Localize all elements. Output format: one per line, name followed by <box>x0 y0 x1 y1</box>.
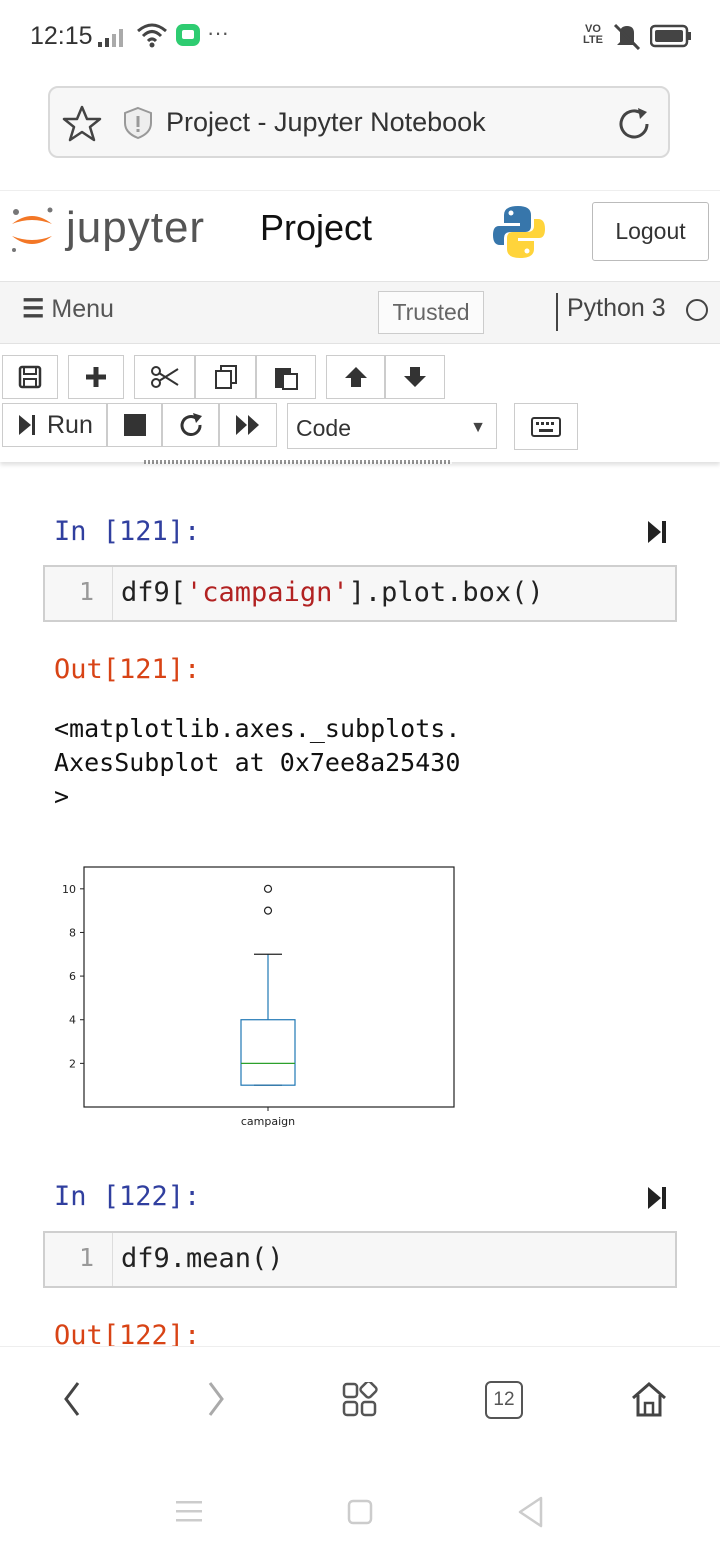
tabs-button[interactable]: 12 <box>485 1381 523 1419</box>
run-label: Run <box>47 410 93 439</box>
paste-button[interactable] <box>256 355 316 399</box>
run-cell-icon[interactable] <box>646 519 668 545</box>
copy-button[interactable] <box>195 355 256 399</box>
battery-icon <box>650 24 691 48</box>
code-cell[interactable]: 1 df9.mean() <box>43 1231 677 1288</box>
line-gutter: 1 <box>45 1233 113 1286</box>
fast-forward-icon <box>236 415 259 435</box>
y-tick-label: 4 <box>69 1014 76 1027</box>
command-palette-button[interactable] <box>514 403 578 450</box>
mute-icon <box>613 23 641 50</box>
code-string-token: 'campaign' <box>186 577 349 608</box>
arrow-down-icon <box>404 367 426 387</box>
menu-toggle[interactable]: ☰ Menu <box>22 294 114 324</box>
y-tick-label: 6 <box>69 970 76 983</box>
input-prompt: In [121]: <box>54 516 201 547</box>
page-title: Project - Jupyter Notebook <box>166 107 486 137</box>
line-number: 1 <box>78 1243 94 1272</box>
apps-grid-icon[interactable] <box>342 1382 378 1418</box>
menu-label: Menu <box>51 295 114 323</box>
python-logo-icon <box>493 206 545 258</box>
restart-icon <box>180 413 202 436</box>
bookmark-star-icon[interactable] <box>62 104 102 142</box>
y-tick-label: 2 <box>69 1057 76 1070</box>
run-button[interactable]: Run <box>2 403 107 447</box>
wifi-icon <box>137 23 167 48</box>
signal-icon <box>98 29 123 47</box>
code-cell[interactable]: 1 df9['campaign'].plot.box() <box>43 565 677 622</box>
logout-button[interactable]: Logout <box>592 202 709 261</box>
code-token: ].plot.box() <box>348 577 544 608</box>
more-dots-icon: ··· <box>207 20 229 45</box>
step-forward-icon <box>19 415 35 435</box>
copy-icon <box>214 365 237 389</box>
plot-frame <box>83 866 455 1108</box>
trusted-indicator[interactable]: Trusted <box>378 291 484 334</box>
reload-icon[interactable] <box>614 104 654 144</box>
back-nav-icon[interactable] <box>517 1496 545 1528</box>
home-nav-icon[interactable] <box>347 1499 373 1525</box>
restart-kernel-button[interactable] <box>162 403 219 447</box>
kernel-separator <box>556 293 558 331</box>
code-token: df9[ <box>121 577 187 608</box>
jupyter-brand[interactable]: jupyter <box>66 203 205 253</box>
interrupt-button[interactable] <box>107 403 162 447</box>
stop-icon <box>123 414 146 436</box>
output-prompt: Out[121]: <box>54 654 201 685</box>
recent-apps-icon[interactable] <box>175 1498 203 1524</box>
jupyter-logo-icon[interactable] <box>8 204 56 256</box>
cell-type-value: Code <box>296 415 351 441</box>
back-icon[interactable] <box>60 1380 84 1418</box>
cell-type-select[interactable]: Code ▼ <box>287 403 497 449</box>
keyboard-icon <box>531 416 561 437</box>
code-line[interactable]: df9['campaign'].plot.box() <box>121 577 544 608</box>
code-line[interactable]: df9.mean() <box>121 1243 284 1274</box>
line-gutter: 1 <box>45 567 113 620</box>
line-number: 1 <box>78 577 94 606</box>
save-button[interactable] <box>2 355 58 399</box>
box-plot: 2 4 6 8 10 campaign <box>62 866 455 1128</box>
notebook-name[interactable]: Project <box>260 207 372 249</box>
kernel-name[interactable]: Python 3 <box>567 294 666 323</box>
home-icon[interactable] <box>630 1380 668 1418</box>
y-tick-label: 8 <box>69 926 76 939</box>
truncated-output <box>144 460 452 464</box>
status-time: 12:15 <box>30 22 93 50</box>
run-cell-icon[interactable] <box>646 1185 668 1211</box>
y-tick-label: 10 <box>62 883 76 896</box>
plus-icon <box>86 367 106 387</box>
scissors-icon <box>150 366 179 388</box>
forward-icon[interactable] <box>204 1380 228 1418</box>
cut-button[interactable] <box>134 355 195 399</box>
caret-down-icon: ▼ <box>470 419 486 436</box>
output-text: <matplotlib.axes._subplots.AxesSubplot a… <box>54 714 461 811</box>
input-prompt: In [122]: <box>54 1181 201 1212</box>
restart-run-all-button[interactable] <box>219 403 277 447</box>
move-up-button[interactable] <box>326 355 385 399</box>
chat-bubble-icon <box>176 24 200 46</box>
kernel-status-icon <box>686 299 708 321</box>
arrow-up-icon <box>344 367 367 387</box>
paste-icon <box>275 368 298 390</box>
x-tick-label: campaign <box>241 1115 295 1128</box>
security-shield-icon[interactable] <box>122 106 154 140</box>
save-icon <box>18 365 42 389</box>
hamburger-icon: ☰ <box>22 295 45 323</box>
insert-cell-button[interactable] <box>68 355 124 399</box>
move-down-button[interactable] <box>385 355 445 399</box>
network-label: VO LTE <box>583 23 603 46</box>
